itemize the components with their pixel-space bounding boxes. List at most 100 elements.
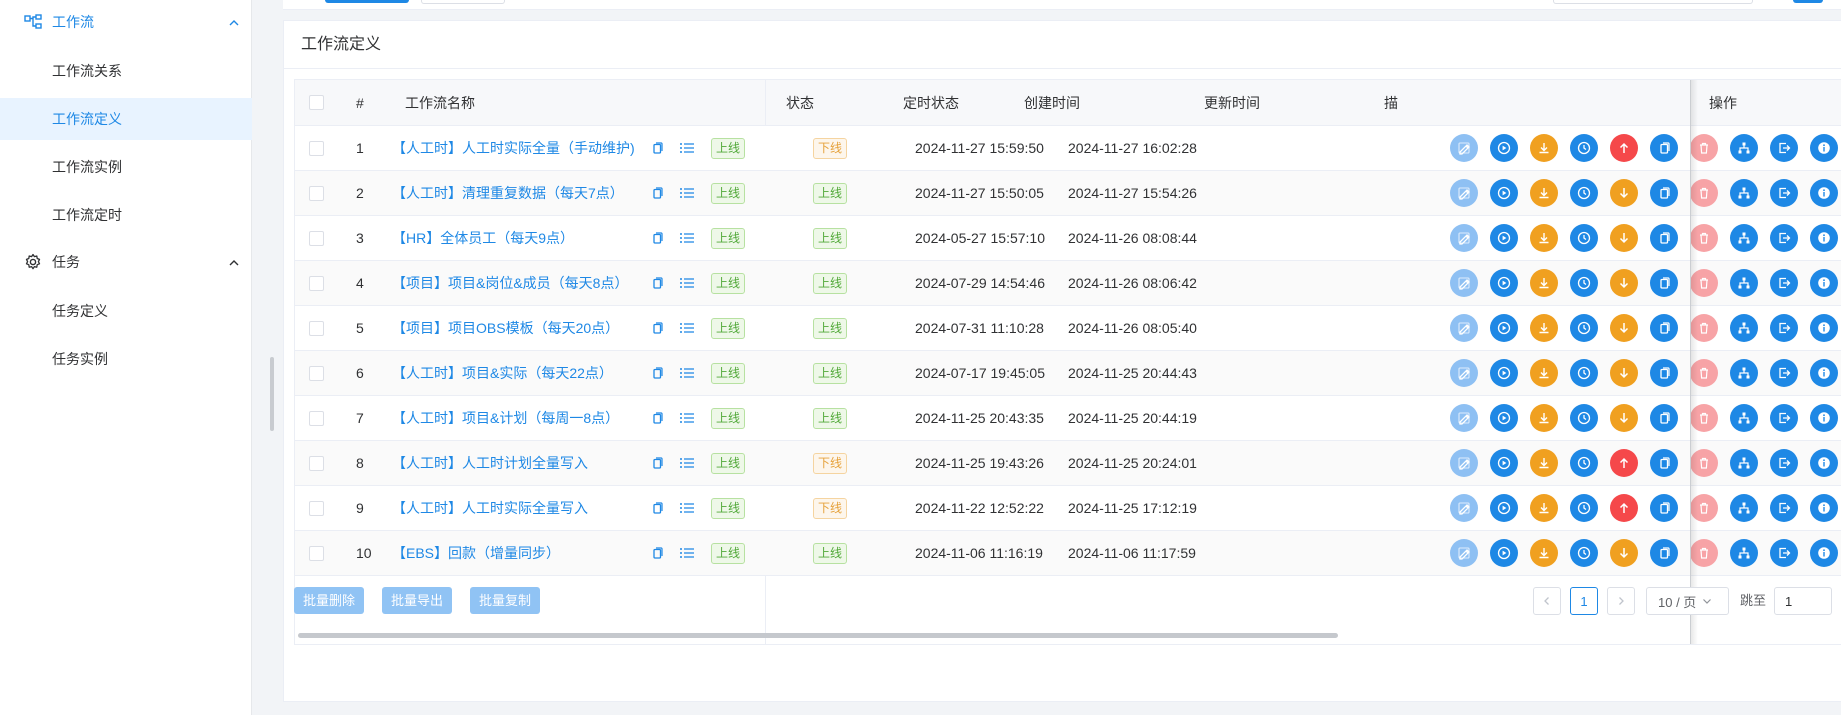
- workflow-name-link[interactable]: 【项目】项目&岗位&成员（每天8点）: [392, 261, 628, 305]
- run-button[interactable]: [1490, 224, 1518, 252]
- schedule-toggle-button[interactable]: [1610, 269, 1638, 297]
- row-checkbox[interactable]: [309, 126, 324, 170]
- list-view-icon[interactable]: [679, 396, 695, 440]
- download-button[interactable]: [1530, 314, 1558, 342]
- schedule-toggle-button[interactable]: [1610, 179, 1638, 207]
- schedule-toggle-button[interactable]: [1610, 359, 1638, 387]
- run-button[interactable]: [1490, 494, 1518, 522]
- info-button[interactable]: [1810, 179, 1838, 207]
- schedule-button[interactable]: [1570, 269, 1598, 297]
- download-button[interactable]: [1530, 359, 1558, 387]
- download-button[interactable]: [1530, 494, 1558, 522]
- copy-button[interactable]: [1650, 404, 1678, 432]
- edit-button[interactable]: [1450, 314, 1478, 342]
- download-button[interactable]: [1530, 224, 1558, 252]
- schedule-toggle-button[interactable]: [1610, 404, 1638, 432]
- list-view-icon[interactable]: [679, 261, 695, 305]
- schedule-toggle-button[interactable]: [1610, 449, 1638, 477]
- workflow-name-link[interactable]: 【人工时】项目&实际（每天22点）: [392, 351, 613, 395]
- copy-name-icon[interactable]: [650, 171, 666, 215]
- workflow-name-link[interactable]: 【人工时】人工时实际全量（手动维护): [392, 126, 635, 170]
- prev-page-button[interactable]: [1533, 587, 1561, 615]
- export-button[interactable]: [1770, 359, 1798, 387]
- copy-button[interactable]: [1650, 269, 1678, 297]
- export-button[interactable]: [1770, 314, 1798, 342]
- list-view-icon[interactable]: [679, 441, 695, 485]
- info-button[interactable]: [1810, 314, 1838, 342]
- list-view-icon[interactable]: [679, 531, 695, 575]
- tree-view-button[interactable]: [1730, 224, 1758, 252]
- row-checkbox[interactable]: [309, 216, 324, 260]
- schedule-button[interactable]: [1570, 314, 1598, 342]
- edit-button[interactable]: [1450, 449, 1478, 477]
- copy-button[interactable]: [1650, 134, 1678, 162]
- workflow-name-link[interactable]: 【人工时】人工时实际全量写入: [392, 486, 588, 530]
- export-button[interactable]: [1770, 404, 1798, 432]
- sidebar-item-workflow-definition[interactable]: 工作流定义: [0, 98, 252, 140]
- run-button[interactable]: [1490, 359, 1518, 387]
- list-view-icon[interactable]: [679, 486, 695, 530]
- tree-view-button[interactable]: [1730, 269, 1758, 297]
- tree-view-button[interactable]: [1730, 359, 1758, 387]
- export-button[interactable]: [1770, 494, 1798, 522]
- info-button[interactable]: [1810, 494, 1838, 522]
- copy-name-icon[interactable]: [650, 351, 666, 395]
- schedule-button[interactable]: [1570, 404, 1598, 432]
- copy-name-icon[interactable]: [650, 126, 666, 170]
- edit-button[interactable]: [1450, 224, 1478, 252]
- download-button[interactable]: [1530, 179, 1558, 207]
- export-button[interactable]: [1770, 134, 1798, 162]
- edit-button[interactable]: [1450, 269, 1478, 297]
- schedule-button[interactable]: [1570, 179, 1598, 207]
- info-button[interactable]: [1810, 539, 1838, 567]
- copy-name-icon[interactable]: [650, 261, 666, 305]
- tree-view-button[interactable]: [1730, 449, 1758, 477]
- edit-button[interactable]: [1450, 404, 1478, 432]
- row-checkbox[interactable]: [309, 486, 324, 530]
- copy-name-icon[interactable]: [650, 531, 666, 575]
- info-button[interactable]: [1810, 269, 1838, 297]
- edit-button[interactable]: [1450, 494, 1478, 522]
- copy-button[interactable]: [1650, 449, 1678, 477]
- download-button[interactable]: [1530, 449, 1558, 477]
- export-button[interactable]: [1770, 539, 1798, 567]
- sidebar-item-task-definition[interactable]: 任务定义: [0, 290, 252, 332]
- row-checkbox[interactable]: [309, 531, 324, 575]
- copy-name-icon[interactable]: [650, 216, 666, 260]
- download-button[interactable]: [1530, 404, 1558, 432]
- tree-view-button[interactable]: [1730, 134, 1758, 162]
- tree-view-button[interactable]: [1730, 404, 1758, 432]
- copy-name-icon[interactable]: [650, 306, 666, 350]
- export-button[interactable]: [1770, 269, 1798, 297]
- info-button[interactable]: [1810, 359, 1838, 387]
- download-button[interactable]: [1530, 269, 1558, 297]
- copy-button[interactable]: [1650, 179, 1678, 207]
- schedule-button[interactable]: [1570, 359, 1598, 387]
- copy-name-icon[interactable]: [650, 441, 666, 485]
- horizontal-scrollbar[interactable]: [298, 633, 1338, 638]
- schedule-toggle-button[interactable]: [1610, 494, 1638, 522]
- workflow-name-link[interactable]: 【EBS】回款（增量同步）: [392, 531, 560, 575]
- row-checkbox[interactable]: [309, 351, 324, 395]
- schedule-button[interactable]: [1570, 539, 1598, 567]
- edit-button[interactable]: [1450, 179, 1478, 207]
- download-button[interactable]: [1530, 134, 1558, 162]
- export-button[interactable]: [1770, 449, 1798, 477]
- row-checkbox[interactable]: [309, 441, 324, 485]
- row-checkbox[interactable]: [309, 261, 324, 305]
- primary-button-edge[interactable]: [325, 0, 409, 3]
- jump-page-input[interactable]: 1: [1774, 587, 1832, 615]
- search-input-edge[interactable]: [1553, 0, 1753, 4]
- tree-view-button[interactable]: [1730, 539, 1758, 567]
- info-button[interactable]: [1810, 224, 1838, 252]
- download-button[interactable]: [1530, 539, 1558, 567]
- list-view-icon[interactable]: [679, 351, 695, 395]
- workflow-name-link[interactable]: 【人工时】清理重复数据（每天7点）: [392, 171, 624, 215]
- run-button[interactable]: [1490, 404, 1518, 432]
- tree-view-button[interactable]: [1730, 179, 1758, 207]
- info-button[interactable]: [1810, 449, 1838, 477]
- export-button[interactable]: [1770, 224, 1798, 252]
- page-number-button[interactable]: 1: [1570, 587, 1598, 615]
- copy-button[interactable]: [1650, 539, 1678, 567]
- next-page-button[interactable]: [1607, 587, 1635, 615]
